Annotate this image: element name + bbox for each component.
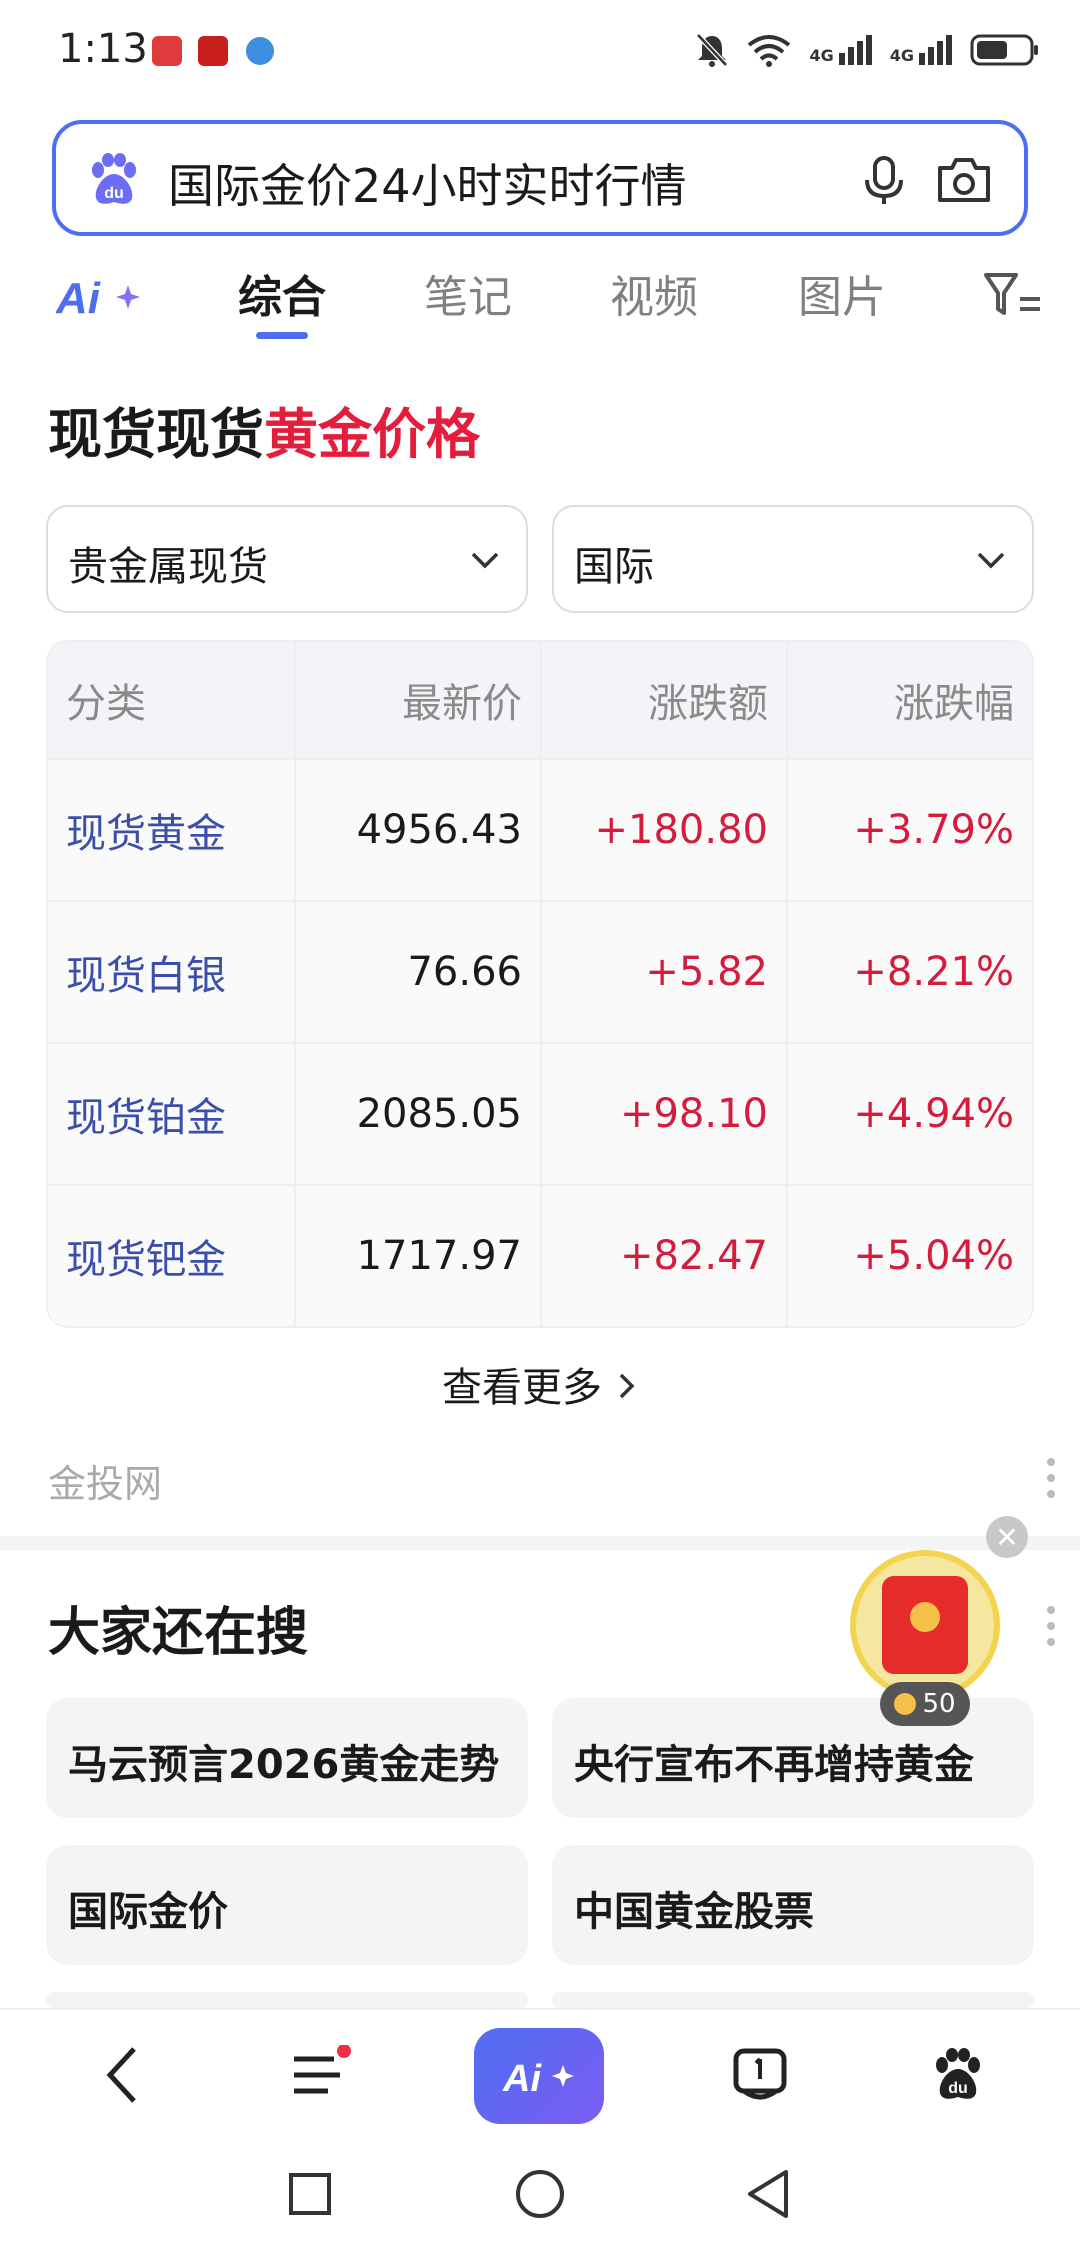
ai-assistant-icon[interactable]: Ai (56, 267, 146, 327)
card-title[interactable]: 现货现货黄金价格 (48, 390, 480, 469)
network-type: 4G (889, 46, 914, 65)
app-notification-icon (198, 36, 228, 66)
svg-text:Ai: Ai (502, 2058, 542, 2100)
app-notification-icon (152, 36, 182, 66)
tab-notes[interactable]: 笔记 (424, 261, 512, 325)
price-change: +98.10 (540, 1044, 786, 1184)
category-dropdown[interactable]: 贵金属现货 (46, 505, 528, 613)
related-search-item-partial (46, 1992, 528, 2008)
price-change: +180.80 (540, 760, 786, 900)
view-more-label: 查看更多 (442, 1365, 602, 1411)
tab-videos[interactable]: 视频 (610, 261, 698, 325)
region-dropdown-value: 国际 (574, 544, 654, 590)
price-table: 分类 最新价 涨跌额 涨跌幅 现货黄金 4956.43 +180.80 +3.7… (46, 640, 1034, 1328)
filter-icon[interactable] (982, 269, 1042, 321)
column-header: 最新价 (294, 642, 540, 758)
table-row[interactable]: 现货铂金 2085.05 +98.10 +4.94% (48, 1042, 1032, 1184)
svg-text:Ai: Ai (56, 274, 101, 323)
source-label[interactable]: 金投网 (48, 1453, 162, 1508)
menu-button[interactable] (280, 2040, 360, 2110)
price-change-percent: +4.94% (786, 1044, 1032, 1184)
tab-comprehensive[interactable]: 综合 (238, 261, 326, 325)
home-button[interactable]: du (918, 2040, 998, 2110)
related-searches-title: 大家还在搜 (48, 1603, 309, 1663)
home-circle-icon[interactable] (514, 2168, 566, 2220)
price-change-percent: +3.79% (786, 760, 1032, 900)
related-search-item[interactable]: 中国黄金股票 (552, 1845, 1034, 1965)
coin-icon (894, 1693, 917, 1715)
menu-icon (294, 2045, 351, 2094)
search-input[interactable]: 国际金价24小时实时行情 (168, 150, 687, 216)
battery-icon (970, 34, 1038, 66)
price-change-percent: +8.21% (786, 902, 1032, 1042)
microphone-icon[interactable] (856, 152, 912, 208)
camera-icon[interactable] (934, 152, 994, 208)
signal-icon: 4G (890, 35, 952, 65)
latest-price: 4956.43 (294, 760, 540, 900)
window-count-icon (733, 2048, 787, 2100)
baidu-paw-icon: du (92, 153, 136, 204)
tabs-button[interactable] (720, 2040, 800, 2110)
section-divider (0, 1536, 1080, 1550)
price-change: +82.47 (540, 1186, 786, 1326)
column-header: 涨跌额 (540, 642, 786, 758)
price-change: +5.82 (540, 902, 786, 1042)
latest-price: 76.66 (294, 902, 540, 1042)
ai-button[interactable]: Ai (474, 2028, 604, 2124)
red-packet-widget[interactable]: 50 (850, 1550, 1000, 1730)
related-search-item-partial (552, 1992, 1034, 2008)
table-header-row: 分类 最新价 涨跌额 涨跌幅 (48, 642, 1032, 758)
back-triangle-icon[interactable] (744, 2168, 792, 2220)
table-row[interactable]: 现货白银 76.66 +5.82 +8.21% (48, 900, 1032, 1042)
related-search-item[interactable]: 马云预言2026黄金走势 (46, 1698, 528, 1818)
related-search-item[interactable]: 国际金价 (46, 1845, 528, 1965)
region-dropdown[interactable]: 国际 (552, 505, 1034, 613)
coin-count: 50 (922, 1689, 956, 1719)
bottom-navigation: Ai du (0, 2008, 1080, 2138)
mute-bell-icon (696, 33, 729, 67)
column-header: 分类 (66, 681, 146, 727)
category-dropdown-value: 贵金属现货 (68, 544, 268, 590)
active-tab-indicator (256, 332, 308, 339)
view-more-link[interactable]: 查看更多 (0, 1355, 1080, 1413)
commodity-name[interactable]: 现货黄金 (48, 760, 294, 900)
latest-price: 1717.97 (294, 1186, 540, 1326)
more-options-icon[interactable] (1046, 1456, 1056, 1500)
search-tabs: Ai 综合 笔记 视频 图片 (0, 255, 1080, 345)
red-packet-icon (850, 1550, 1000, 1700)
coin-badge: 50 (880, 1682, 970, 1726)
status-bar: 1:13 4G 4G (0, 0, 1080, 100)
commodity-name[interactable]: 现货白银 (48, 902, 294, 1042)
tab-images[interactable]: 图片 (798, 261, 886, 325)
card-title-plain: 现货现货 (48, 403, 264, 466)
recents-square-icon[interactable] (288, 2172, 332, 2216)
commodity-name[interactable]: 现货钯金 (48, 1186, 294, 1326)
search-box[interactable]: du 国际金价24小时实时行情 (52, 120, 1028, 236)
status-icons: 4G 4G (695, 30, 1040, 70)
commodity-name[interactable]: 现货铂金 (48, 1044, 294, 1184)
back-arrow-icon (106, 2047, 136, 2103)
signal-icon: 4G (809, 35, 872, 65)
chevron-right-icon (619, 1373, 635, 1399)
svg-text:du: du (104, 185, 124, 202)
more-options-icon[interactable] (1046, 1604, 1056, 1648)
svg-text:du: du (948, 2080, 968, 2097)
table-row[interactable]: 现货钯金 1717.97 +82.47 +5.04% (48, 1184, 1032, 1326)
app-notification-icon (246, 37, 274, 65)
system-navigation-bar (0, 2138, 1080, 2244)
ai-assistant-icon: Ai (502, 2058, 574, 2100)
price-change-percent: +5.04% (786, 1186, 1032, 1326)
back-button[interactable] (82, 2040, 162, 2110)
column-header: 涨跌幅 (786, 642, 1032, 758)
network-type: 4G (809, 46, 834, 65)
chevron-down-icon (471, 552, 499, 569)
card-title-highlight: 黄金价格 (264, 403, 480, 466)
table-row[interactable]: 现货黄金 4956.43 +180.80 +3.79% (48, 758, 1032, 900)
status-time: 1:13 (58, 26, 148, 72)
baidu-paw-icon: du (936, 2048, 980, 2099)
latest-price: 2085.05 (294, 1044, 540, 1184)
wifi-icon (748, 35, 791, 67)
chevron-down-icon (977, 552, 1005, 569)
